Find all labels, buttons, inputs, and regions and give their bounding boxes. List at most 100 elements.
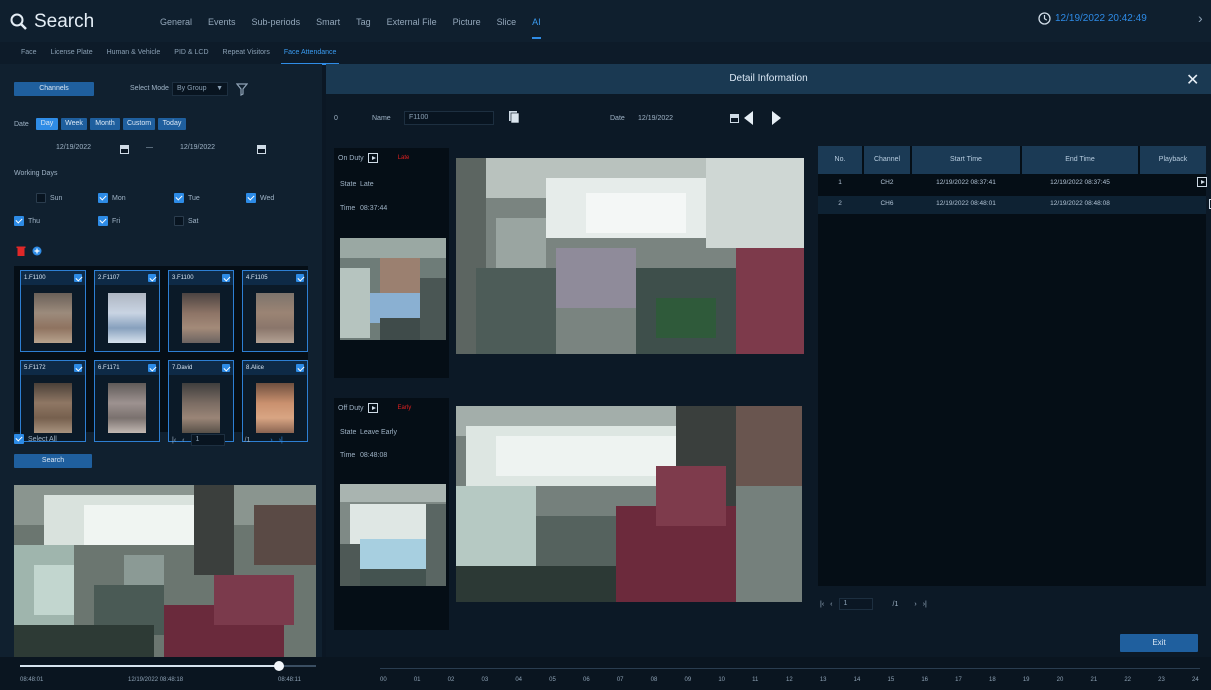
on-duty-label: On Duty: [338, 154, 364, 162]
next-page-icon[interactable]: ›: [914, 601, 916, 608]
day-tue-label: Tue: [188, 194, 200, 202]
tab-sub-periods[interactable]: Sub-periods: [244, 14, 309, 30]
prev-page-icon[interactable]: ‹: [182, 437, 184, 444]
day-mon-checkbox[interactable]: [98, 193, 108, 203]
tab-picture[interactable]: Picture: [445, 14, 489, 30]
face-card[interactable]: 3.F1100: [168, 270, 234, 352]
subtab-repeat-visitors[interactable]: Repeat Visitors: [216, 46, 277, 60]
day-wed[interactable]: Wed: [246, 193, 274, 203]
tab-slice[interactable]: Slice: [489, 14, 525, 30]
day-thu-checkbox[interactable]: [14, 216, 24, 226]
face-checkbox[interactable]: [296, 364, 304, 372]
face-checkbox[interactable]: [222, 274, 230, 282]
date-week-button[interactable]: Week: [61, 118, 87, 130]
day-sun[interactable]: Sun: [36, 193, 62, 203]
preview-time-left: 08:48:01: [20, 677, 44, 683]
day-sun-checkbox[interactable]: [36, 193, 46, 203]
name-field[interactable]: F1100: [404, 111, 494, 125]
select-all-checkbox[interactable]: [14, 434, 24, 444]
subtab-license-plate[interactable]: License Plate: [44, 46, 100, 60]
off-duty-state-value: Leave Early: [360, 429, 397, 436]
day-sat-checkbox[interactable]: [174, 216, 184, 226]
day-sat[interactable]: Sat: [174, 216, 199, 226]
add-group-icon[interactable]: [32, 246, 42, 256]
face-card[interactable]: 5.F1172: [20, 360, 86, 442]
date-from[interactable]: 12/19/2022: [56, 144, 91, 151]
prev-page-icon[interactable]: ‹: [830, 601, 832, 608]
day-mon[interactable]: Mon: [98, 193, 126, 203]
date-today-button[interactable]: Today: [158, 118, 186, 130]
face-card[interactable]: 6.F1171: [94, 360, 160, 442]
select-mode-dropdown[interactable]: By Group ▼: [172, 82, 228, 96]
search-button[interactable]: Search: [14, 454, 92, 468]
face-checkbox[interactable]: [74, 364, 82, 372]
collapse-arrow-icon[interactable]: ›: [1198, 10, 1203, 26]
face-card[interactable]: 1.F1100: [20, 270, 86, 352]
subtab-face[interactable]: Face: [14, 46, 44, 60]
row-end: 12/19/2022 08:37:45: [1050, 179, 1110, 186]
face-card[interactable]: 4.F1105: [242, 270, 308, 352]
delete-icon[interactable]: [16, 246, 26, 256]
date-month-button[interactable]: Month: [90, 118, 120, 130]
tab-tag[interactable]: Tag: [348, 14, 379, 30]
filter-icon[interactable]: [236, 82, 248, 96]
timeline-hour-label: 01: [413, 677, 421, 683]
page-input[interactable]: 1: [838, 598, 873, 610]
face-checkbox[interactable]: [296, 274, 304, 282]
calendar-icon[interactable]: [120, 145, 129, 154]
working-days-label: Working Days: [14, 170, 58, 177]
day-thu[interactable]: Thu: [14, 216, 40, 226]
prev-day-arrow-icon[interactable]: [744, 111, 753, 125]
timeline-hour-label: 23: [1158, 677, 1165, 683]
preview-progress-handle[interactable]: [274, 661, 284, 671]
subtab-face-attendance[interactable]: Face Attendance: [277, 46, 344, 65]
playback-icon[interactable]: [1196, 177, 1207, 187]
on-duty-face-snapshot: [340, 238, 446, 340]
timeline-hour-label: 04: [515, 677, 523, 683]
calendar-icon[interactable]: [257, 145, 267, 154]
tab-ai[interactable]: AI: [524, 14, 549, 39]
next-page-icon[interactable]: ›: [270, 437, 272, 444]
day-fri-checkbox[interactable]: [98, 216, 108, 226]
next-day-arrow-icon[interactable]: [772, 111, 781, 125]
exit-button[interactable]: Exit: [1120, 634, 1198, 652]
tab-smart[interactable]: Smart: [308, 14, 348, 30]
first-page-icon[interactable]: |‹: [172, 437, 176, 444]
copy-icon[interactable]: [508, 110, 520, 124]
tab-external-file[interactable]: External File: [379, 14, 445, 30]
timeline-track[interactable]: [380, 668, 1200, 669]
on-duty-video-frame: [456, 158, 804, 354]
day-tue-checkbox[interactable]: [174, 193, 184, 203]
last-page-icon[interactable]: ›|: [923, 601, 927, 608]
date-to[interactable]: 12/19/2022: [180, 144, 215, 151]
page-input[interactable]: 1: [190, 434, 225, 446]
face-checkbox[interactable]: [148, 274, 156, 282]
face-photo: [34, 293, 72, 343]
close-icon[interactable]: ✕: [1186, 70, 1199, 90]
face-card[interactable]: 8.Alice: [242, 360, 308, 442]
date-value-modal[interactable]: 12/19/2022: [638, 115, 673, 122]
face-card[interactable]: 7.David: [168, 360, 234, 442]
select-all[interactable]: Select All: [14, 434, 57, 444]
face-checkbox[interactable]: [74, 274, 82, 282]
day-tue[interactable]: Tue: [174, 193, 200, 203]
subtab-human-vehicle[interactable]: Human & Vehicle: [100, 46, 168, 60]
select-mode-value: By Group: [177, 85, 207, 92]
tab-events[interactable]: Events: [200, 14, 244, 30]
face-checkbox[interactable]: [222, 364, 230, 372]
date-day-button[interactable]: Day: [36, 118, 58, 130]
face-card[interactable]: 2.F1107: [94, 270, 160, 352]
calendar-icon[interactable]: [730, 114, 740, 123]
channels-button[interactable]: Channels: [14, 82, 94, 96]
last-page-icon[interactable]: ›|: [279, 437, 283, 444]
playback-icon[interactable]: [367, 153, 378, 163]
day-fri[interactable]: Fri: [98, 216, 120, 226]
date-custom-button[interactable]: Custom: [123, 118, 155, 130]
face-checkbox[interactable]: [148, 364, 156, 372]
subtab-pid-lcd[interactable]: PID & LCD: [167, 46, 215, 60]
day-wed-checkbox[interactable]: [246, 193, 256, 203]
playback-icon[interactable]: [367, 403, 378, 413]
tab-general[interactable]: General: [152, 14, 200, 30]
page-total: /1: [244, 436, 251, 444]
first-page-icon[interactable]: |‹: [820, 601, 824, 608]
